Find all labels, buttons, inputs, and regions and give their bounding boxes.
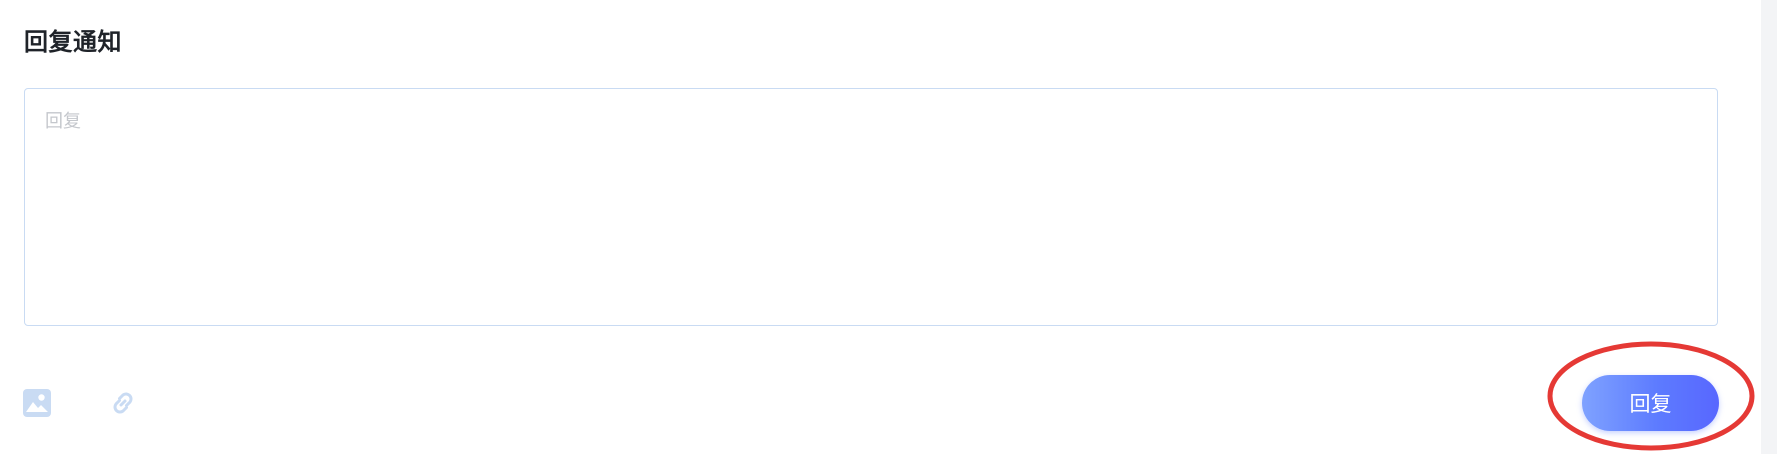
link-icon[interactable]	[108, 388, 138, 418]
reply-input[interactable]	[24, 88, 1718, 326]
scrollbar-track[interactable]	[1761, 0, 1777, 454]
reply-button[interactable]: 回复	[1582, 375, 1719, 431]
image-icon[interactable]	[22, 388, 52, 418]
reply-notification-panel: 回复通知 回复	[0, 0, 1777, 454]
page-title: 回复通知	[24, 28, 122, 56]
